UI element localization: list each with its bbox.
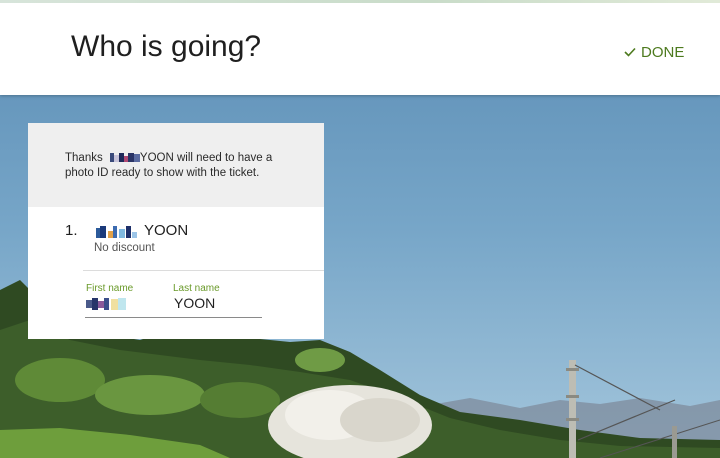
page-title: Who is going? (71, 30, 262, 63)
photo-id-notice: Thanks YOON will need to have a photo ID… (28, 123, 324, 207)
redacted-passenger-first-name (96, 225, 138, 238)
done-button-label: DONE (641, 43, 685, 61)
notice-line2: photo ID ready to show with the ticket. (65, 167, 260, 179)
passenger-number: 1. (65, 222, 78, 239)
notice-last-name: YOON (139, 152, 174, 164)
last-name-label: Last name (173, 283, 220, 294)
notice-prefix: Thanks (65, 152, 103, 164)
checkmark-icon (624, 47, 636, 57)
discount-status: No discount (94, 242, 155, 254)
notice-text: Thanks YOON will need to have a photo ID… (65, 151, 305, 181)
header-bar: Who is going? DONE (0, 0, 720, 95)
redacted-first-name (109, 152, 140, 162)
notice-line1-rest: will need to have a (177, 152, 273, 164)
divider (83, 270, 324, 271)
first-name-label: First name (86, 283, 134, 294)
header-top-strip (0, 0, 720, 3)
passenger-name: YOON (96, 222, 188, 239)
last-name-field[interactable]: YOON (174, 295, 215, 311)
passenger-card: Thanks YOON will need to have a photo ID… (28, 123, 324, 339)
redacted-first-name-value (86, 298, 126, 310)
passenger-last-name: YOON (144, 222, 189, 239)
name-field-underline (85, 317, 262, 318)
app-screen: Who is going? DONE Thanks YOON will need… (0, 0, 720, 458)
done-button[interactable]: DONE (624, 42, 684, 62)
first-name-field[interactable] (86, 297, 128, 311)
